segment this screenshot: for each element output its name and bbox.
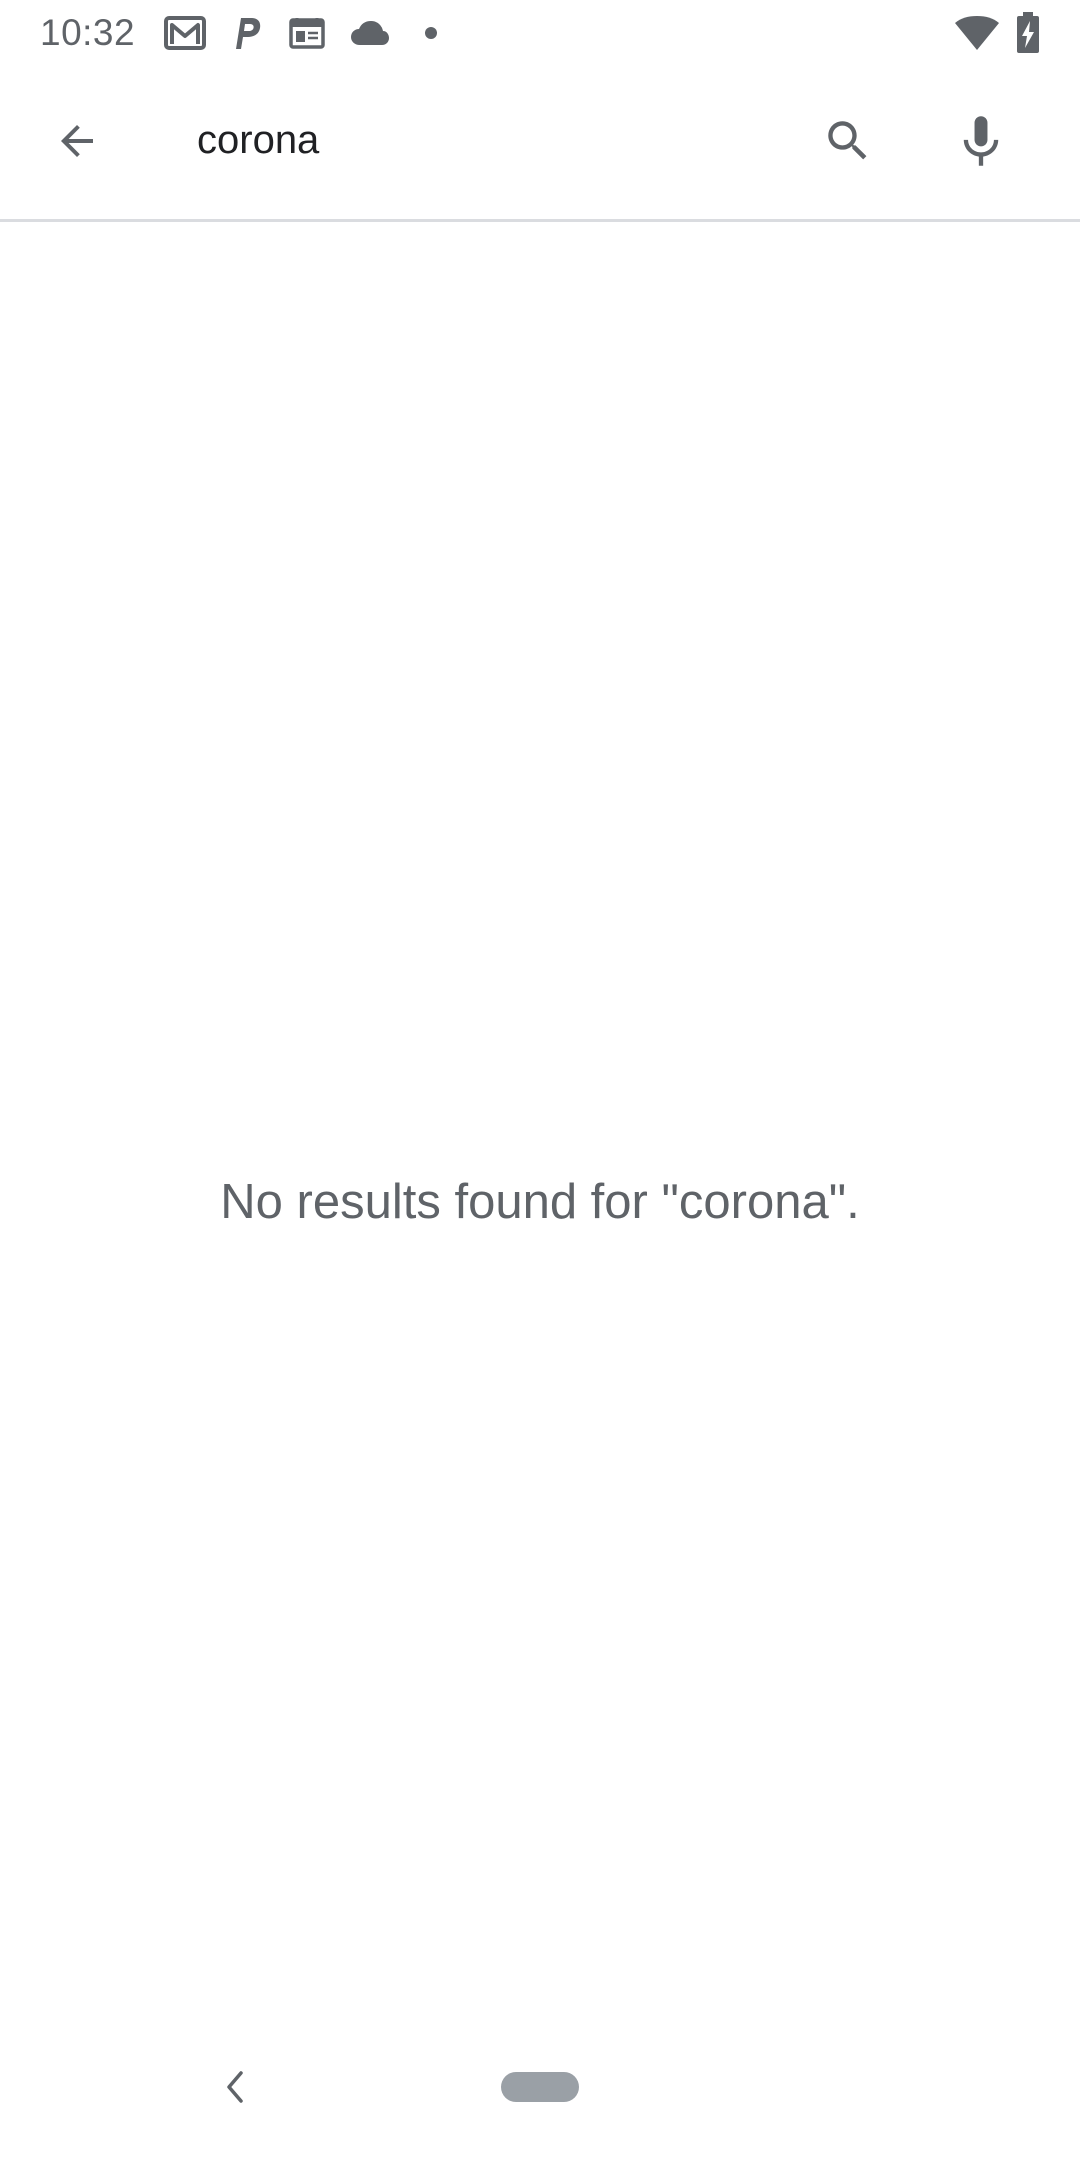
back-button[interactable] [29,93,125,189]
nav-back-button[interactable] [210,2062,260,2112]
voice-search-button[interactable] [933,93,1029,189]
no-results-message: No results found for "corona". [220,1175,860,1229]
status-bar: 10:32 [0,0,1080,66]
nav-back-icon [227,2071,243,2103]
parking-icon [232,14,262,52]
calendar-icon [289,14,325,52]
status-time: 10:32 [40,12,136,53]
search-icon [828,121,867,160]
search-button[interactable] [800,93,896,189]
home-pill[interactable] [501,2072,579,2102]
cloud-icon [350,14,390,52]
more-dot-icon [424,14,438,52]
microphone-icon [963,116,999,166]
wifi-icon [954,12,1000,54]
back-arrow-icon [61,125,93,157]
gmail-icon [164,14,206,52]
search-input[interactable] [197,106,757,174]
search-toolbar [0,66,1080,222]
battery-charging-icon [1016,12,1040,54]
navigation-bar [0,2040,1080,2160]
